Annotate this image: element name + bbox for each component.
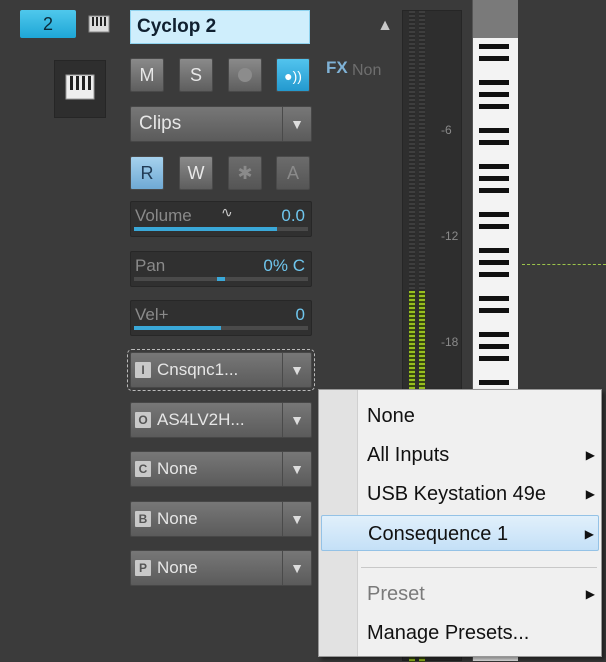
b-route-dropdown[interactable]: B None ▼ <box>130 501 312 537</box>
arm-automation-button[interactable]: A <box>276 156 310 190</box>
b-route-value: None <box>157 509 198 528</box>
menu-item-preset[interactable]: Preset ▶ <box>321 576 599 612</box>
input-dropdown[interactable]: I Cnsqnc1... ▼ <box>127 349 315 391</box>
piano-black-key[interactable] <box>479 260 509 265</box>
meter-tick: -12 <box>441 229 459 243</box>
c-route-value: None <box>157 459 198 478</box>
volume-value: 0.0 <box>281 206 305 225</box>
piano-black-key[interactable] <box>479 128 509 133</box>
piano-black-key[interactable] <box>479 188 509 193</box>
menu-item-none[interactable]: None <box>321 398 599 434</box>
menu-item-all-inputs[interactable]: All Inputs ▶ <box>321 437 599 473</box>
piano-black-key[interactable] <box>479 308 509 313</box>
input-value: Cnsqnc1... <box>157 360 239 379</box>
pan-slider[interactable]: Pan 0% C <box>130 251 312 287</box>
chevron-down-icon: ▼ <box>282 551 311 585</box>
menu-separator <box>361 567 597 568</box>
velocity-label: Vel+ <box>135 305 169 324</box>
solo-button[interactable]: S <box>179 58 213 92</box>
velocity-level-bar <box>134 326 221 330</box>
piano-black-key[interactable] <box>479 296 509 301</box>
c-route-dropdown[interactable]: C None ▼ <box>130 451 312 487</box>
track-name-field[interactable]: Cyclop 2 <box>130 10 310 44</box>
pan-position-marker <box>217 277 225 281</box>
piano-black-key[interactable] <box>479 356 509 361</box>
submenu-arrow-icon: ▶ <box>585 487 595 501</box>
piano-black-key[interactable] <box>479 224 509 229</box>
grid-marker-line <box>522 264 606 265</box>
chevron-down-icon: ▼ <box>282 452 311 486</box>
volume-level-bar <box>134 227 277 231</box>
instrument-keyboard-icon[interactable] <box>54 60 106 118</box>
input-context-menu: None All Inputs ▶ USB Keystation 49e ▶ C… <box>318 389 602 657</box>
velocity-slider[interactable]: Vel+ 0 <box>130 300 312 336</box>
velocity-value: 0 <box>295 305 305 324</box>
output-dropdown[interactable]: O AS4LV2H... ▼ <box>130 402 312 438</box>
submenu-arrow-icon: ▶ <box>585 448 595 462</box>
input-badge: I <box>135 362 151 378</box>
echo-icon: ●)) <box>284 68 302 84</box>
menu-item-usb-keystation[interactable]: USB Keystation 49e ▶ <box>321 476 599 512</box>
clips-dropdown[interactable]: Clips ▼ <box>130 106 312 142</box>
piano-black-key[interactable] <box>479 176 509 181</box>
keyboard-icon <box>88 14 110 34</box>
asterisk-button[interactable]: ✱ <box>228 156 262 190</box>
p-route-value: None <box>157 558 198 577</box>
mute-button[interactable]: M <box>130 58 164 92</box>
piano-black-key[interactable] <box>479 272 509 277</box>
menu-item-manage-presets[interactable]: Manage Presets... <box>321 615 599 651</box>
meter-tick: -18 <box>441 335 459 349</box>
output-value: AS4LV2H... <box>157 410 245 429</box>
piano-black-key[interactable] <box>479 332 509 337</box>
piano-black-key[interactable] <box>479 344 509 349</box>
p-route-dropdown[interactable]: P None ▼ <box>130 550 312 586</box>
c-route-badge: C <box>135 461 151 477</box>
volume-label: Volume <box>135 206 192 225</box>
clips-dropdown-label: Clips <box>139 113 182 134</box>
piano-black-key[interactable] <box>479 80 509 85</box>
input-echo-button[interactable]: ●)) <box>276 58 310 92</box>
record-arm-button[interactable] <box>228 58 262 92</box>
chevron-down-icon: ▼ <box>282 403 311 437</box>
piano-black-key[interactable] <box>479 92 509 97</box>
meter-tick: -6 <box>441 123 452 137</box>
piano-black-key[interactable] <box>479 104 509 109</box>
piano-black-key[interactable] <box>479 380 509 385</box>
pan-label: Pan <box>135 256 166 275</box>
p-route-badge: P <box>135 560 151 576</box>
collapse-icon[interactable]: ▲ <box>374 14 396 38</box>
piano-black-key[interactable] <box>479 140 509 145</box>
track-number[interactable]: 2 <box>20 10 76 38</box>
submenu-arrow-icon: ▶ <box>584 527 594 541</box>
fx-value: Non <box>352 62 382 79</box>
asterisk-icon: ✱ <box>237 163 253 183</box>
write-automation-button[interactable]: W <box>179 156 213 190</box>
piano-black-key[interactable] <box>479 44 509 49</box>
volume-slider[interactable]: Volume ∿ 0.0 <box>130 201 312 237</box>
pan-value: 0% C <box>263 256 305 275</box>
piano-black-key[interactable] <box>479 212 509 217</box>
read-automation-button[interactable]: R <box>130 156 164 190</box>
chevron-down-icon: ▼ <box>282 502 311 536</box>
piano-black-key[interactable] <box>479 248 509 253</box>
wave-icon: ∿ <box>221 204 233 220</box>
chevron-down-icon: ▼ <box>282 107 311 141</box>
chevron-down-icon: ▼ <box>282 353 311 387</box>
menu-item-consequence[interactable]: Consequence 1 ▶ <box>321 515 599 551</box>
fx-label[interactable]: FX <box>326 58 348 78</box>
output-badge: O <box>135 412 151 428</box>
piano-black-key[interactable] <box>479 164 509 169</box>
submenu-arrow-icon: ▶ <box>585 587 595 601</box>
record-dot-icon <box>238 68 252 82</box>
b-route-badge: B <box>135 511 151 527</box>
piano-black-key[interactable] <box>479 56 509 61</box>
